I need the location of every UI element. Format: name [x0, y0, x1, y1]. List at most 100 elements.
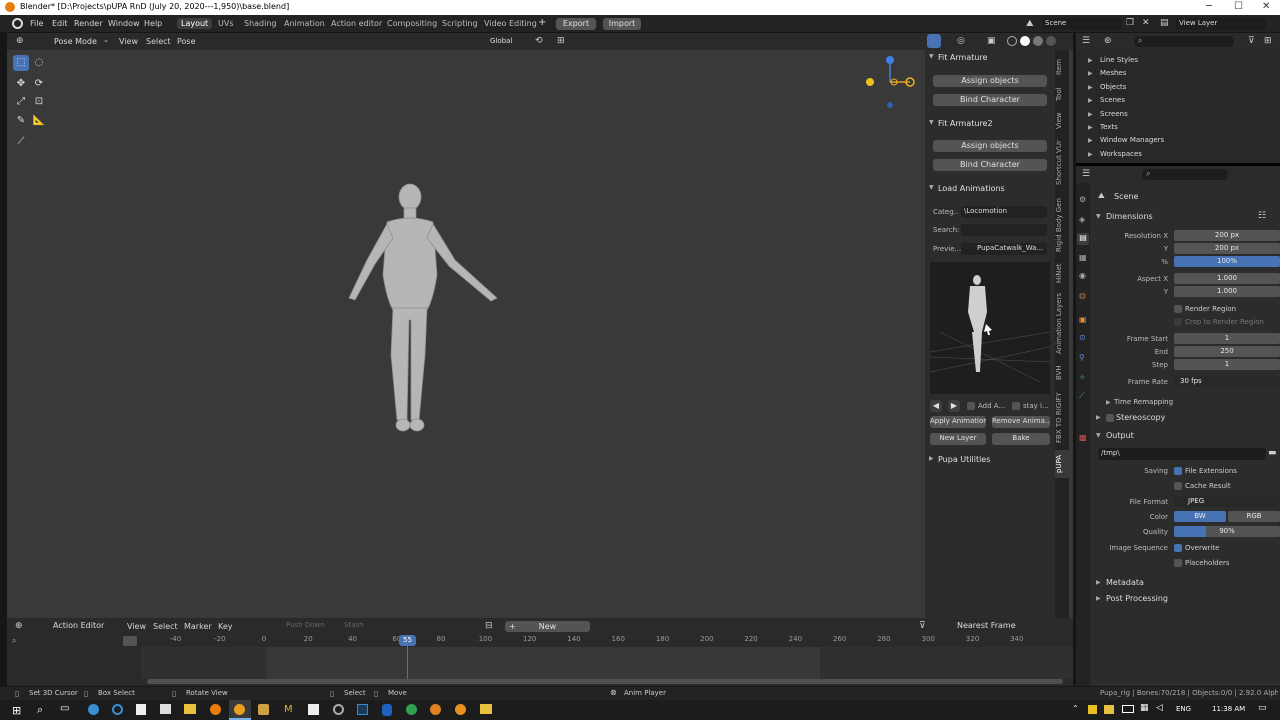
menu-edit[interactable]: Edit	[52, 19, 68, 28]
snap-icon[interactable]: ⊞	[557, 36, 565, 46]
keyframe-area[interactable]	[141, 635, 1073, 679]
anim-player-close-icon[interactable]: ⊗	[610, 688, 617, 697]
move-tool-icon[interactable]: ✥	[13, 76, 29, 92]
expand-triangle-icon[interactable]: ▶	[1088, 97, 1093, 104]
scene-name-field[interactable]: Scene	[1042, 18, 1122, 30]
scale-tool-icon[interactable]: ⤢	[13, 94, 29, 110]
presets-icon[interactable]: ☷	[1258, 211, 1266, 221]
frame-rate-dropdown[interactable]: 30 fps	[1174, 376, 1280, 387]
tool-tab-icon[interactable]: ⚙	[1079, 195, 1086, 204]
resolution-y-field[interactable]: 200 px	[1174, 243, 1280, 254]
app-icon-3[interactable]	[136, 704, 146, 715]
tab-shortcut-vur[interactable]: Shortcut VUr	[1055, 136, 1069, 190]
view-layer-field[interactable]: View Layer	[1176, 18, 1266, 30]
assign-objects-2-button[interactable]: Assign objects	[933, 140, 1047, 152]
remove-animation-button[interactable]: Remove Anima...	[992, 416, 1050, 428]
bone-tab-icon[interactable]: ⟋	[1079, 391, 1085, 401]
outliner-item-meshes[interactable]: ▶ Meshes	[1076, 68, 1280, 80]
filter-icon[interactable]: ⊽	[1248, 36, 1255, 46]
expand-triangle-icon[interactable]: ▶	[1088, 111, 1093, 118]
shading-rendered-icon[interactable]	[1046, 36, 1056, 46]
placeholders-checkbox[interactable]	[1174, 559, 1182, 567]
color-bw-button[interactable]: BW	[1174, 511, 1226, 522]
outliner-editor-icon[interactable]: ☰	[1082, 36, 1090, 46]
properties-editor-icon[interactable]: ☰	[1082, 169, 1090, 179]
cursor-tool-icon[interactable]: ◌	[31, 55, 47, 71]
cache-result-checkbox[interactable]	[1174, 482, 1182, 490]
time-remapping-header[interactable]: Time Remapping	[1114, 398, 1173, 406]
task-view-icon[interactable]: ▭	[60, 703, 69, 714]
tab-rigid-body-gen[interactable]: Rigid Body Gen	[1055, 194, 1069, 256]
annotate-tool-icon[interactable]: ✎	[13, 113, 29, 129]
delete-scene-icon[interactable]: ✕	[1142, 18, 1150, 28]
tab-video-editing[interactable]: Video Editing	[480, 18, 541, 29]
aspect-x-field[interactable]: 1.000	[1174, 273, 1280, 284]
color-rgb-button[interactable]: RGB	[1228, 511, 1280, 522]
output-header[interactable]: Output	[1106, 431, 1134, 440]
maximize-icon[interactable]: ☐	[1234, 1, 1243, 12]
assign-objects-button[interactable]: Assign objects	[933, 75, 1047, 87]
app-icon-10[interactable]: M	[284, 704, 293, 715]
character-model[interactable]	[337, 180, 517, 440]
app-icon-18[interactable]	[480, 704, 492, 714]
metadata-header[interactable]: Metadata	[1106, 578, 1144, 587]
fit-armature-header[interactable]: ▼ Fit Armature	[925, 50, 1055, 66]
load-animations-header[interactable]: ▼ Load Animations	[925, 181, 1055, 197]
export-button[interactable]: Export	[556, 18, 596, 30]
view-layer-tab-icon[interactable]: ▦	[1079, 253, 1087, 262]
blender-active-app-icon[interactable]	[229, 700, 251, 720]
prev-animation-icon[interactable]: ◀	[930, 400, 942, 412]
stereoscopy-checkbox[interactable]	[1106, 414, 1114, 422]
app-icon-11[interactable]	[308, 704, 319, 715]
resolution-percent-field[interactable]: 100%	[1174, 256, 1280, 267]
shading-solid-icon[interactable]	[1020, 36, 1030, 46]
object-tab-icon[interactable]: ▣	[1079, 315, 1087, 324]
new-layer-button[interactable]: New Layer	[930, 433, 986, 445]
tab-compositing[interactable]: Compositing	[383, 18, 441, 29]
tab-animation[interactable]: Animation	[280, 18, 329, 29]
editor-type-icon[interactable]: ⊕	[16, 36, 24, 46]
blender-menu-icon[interactable]	[12, 18, 23, 29]
shading-wireframe-icon[interactable]	[1007, 36, 1017, 46]
tab-fbx-to-rigify[interactable]: FBX TO RIGIFY	[1055, 390, 1069, 446]
horizontal-scrollbar[interactable]	[147, 679, 1063, 684]
bake-button[interactable]: Bake	[992, 433, 1050, 445]
properties-search-input[interactable]: ⌕	[1142, 169, 1228, 180]
overwrite-checkbox[interactable]	[1174, 544, 1182, 552]
frame-start-field[interactable]: 1	[1174, 333, 1280, 344]
minimize-icon[interactable]: ─	[1206, 1, 1212, 12]
animation-search-input[interactable]	[961, 224, 1047, 236]
notifications-icon[interactable]: ▭	[1258, 703, 1267, 713]
expand-triangle-icon[interactable]: ▶	[1088, 70, 1093, 77]
menu-render[interactable]: Render	[74, 19, 102, 28]
blender-app-icon[interactable]	[210, 704, 221, 715]
import-button[interactable]: Import	[603, 18, 641, 30]
folder-icon[interactable]: ▬	[1268, 448, 1277, 458]
transform-tool-icon[interactable]: ⊡	[31, 94, 47, 110]
tab-uvs[interactable]: UVs	[214, 18, 238, 29]
measure-tool-icon[interactable]: 📐	[31, 113, 47, 129]
new-scene-icon[interactable]: ❐	[1126, 18, 1134, 28]
bind-character-2-button[interactable]: Bind Character	[933, 159, 1047, 171]
scene-tab-icon[interactable]: ◉	[1079, 271, 1086, 280]
data-tab-icon[interactable]: ✧	[1079, 373, 1086, 382]
tray-app-icon[interactable]	[1088, 705, 1097, 714]
menu-view[interactable]: View	[119, 37, 138, 46]
menu-pose[interactable]: Pose	[177, 37, 196, 46]
world-tab-icon[interactable]: ◍	[1079, 291, 1086, 300]
step-field[interactable]: 1	[1174, 359, 1280, 370]
app-icon-15[interactable]	[406, 704, 417, 715]
view-layer-icon[interactable]: ▤	[1160, 18, 1169, 28]
stay-checkbox[interactable]	[1012, 402, 1020, 410]
3d-viewport[interactable]: ⬚ ◌ ✥ ⟳ ⤢ ⊡ ✎ 📐 ⟋	[7, 50, 1073, 618]
pivot-icon[interactable]: ⟲	[535, 36, 543, 46]
add-checkbox[interactable]	[967, 402, 975, 410]
stereoscopy-header[interactable]: Stereoscopy	[1116, 413, 1165, 422]
navigation-gizmo[interactable]	[864, 54, 920, 110]
expand-triangle-icon[interactable]: ▶	[1088, 124, 1093, 131]
new-collection-icon[interactable]: ⊞	[1264, 36, 1272, 46]
outliner-item-line-styles[interactable]: ▶ Line Styles	[1076, 55, 1280, 67]
modifier-tab-icon[interactable]: ⊙	[1079, 333, 1086, 342]
folder-app-icon[interactable]	[184, 704, 196, 714]
search-icon[interactable]: ⌕	[37, 703, 43, 717]
